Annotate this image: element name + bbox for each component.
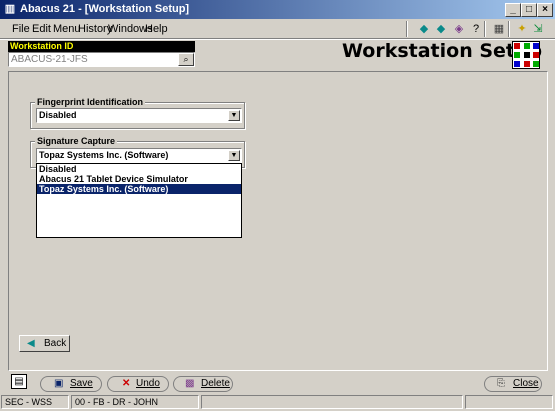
undo-label: Undo	[136, 378, 160, 389]
help-icon[interactable]: ?	[468, 21, 484, 37]
toolbar: ◆ ◆ ◈ ? ▦ ✦ ⇲	[402, 20, 550, 38]
workstation-id-label: Workstation ID	[8, 41, 195, 52]
chevron-down-icon[interactable]: ▼	[228, 110, 240, 121]
run-icon[interactable]: ✦	[514, 21, 530, 37]
close-icon: ⎘	[497, 378, 505, 389]
status-bar: SEC - WSS 00 - FB - DR - JOHN	[0, 394, 555, 411]
arrow-left-icon: ◀	[27, 338, 35, 349]
signature-label: Signature Capture	[35, 136, 118, 146]
toolbar-separator	[508, 21, 510, 37]
calculator-icon[interactable]: ▦	[491, 21, 507, 37]
minimize-button[interactable]: _	[505, 3, 521, 17]
arrow-left-icon[interactable]: ◆	[416, 21, 432, 37]
exit-icon[interactable]: ⇲	[530, 21, 546, 37]
status-message	[201, 395, 463, 409]
delete-label: Delete	[201, 378, 230, 389]
delete-button[interactable]: ▩ Delete	[173, 376, 233, 392]
back-label: Back	[44, 338, 67, 349]
signature-value: Topaz Systems Inc. (Software)	[39, 150, 169, 160]
toolbar-separator	[484, 21, 486, 37]
toolbar-separator	[406, 21, 408, 37]
workstation-id-field[interactable]: ABACUS-21-JFS	[8, 52, 195, 67]
refresh-icon[interactable]: ◈	[451, 21, 467, 37]
chevron-down-icon[interactable]: ▼	[228, 150, 240, 161]
status-security: SEC - WSS	[1, 395, 69, 409]
undo-button[interactable]: ✕ Undo	[107, 376, 169, 392]
close-button[interactable]: ⎘ Close	[484, 376, 542, 392]
back-button[interactable]: ◀ Back	[19, 335, 70, 352]
close-label: Close	[513, 378, 539, 389]
save-label: Save	[70, 378, 93, 389]
fingerprint-label: Fingerprint Identification	[35, 97, 145, 107]
dropdown-option-topaz[interactable]: Topaz Systems Inc. (Software)	[37, 184, 241, 194]
save-button[interactable]: ▣ Save	[40, 376, 102, 392]
fingerprint-select[interactable]: Disabled ▼	[36, 108, 242, 123]
dropdown-option-simulator[interactable]: Abacus 21 Tablet Device Simulator	[37, 174, 241, 184]
close-window-button[interactable]: ×	[537, 3, 553, 17]
arrow-right-icon[interactable]: ◆	[433, 21, 449, 37]
maximize-button[interactable]: □	[521, 3, 537, 17]
status-user: 00 - FB - DR - JOHN	[71, 395, 199, 409]
search-icon[interactable]: ⌕	[178, 53, 194, 66]
menu-help[interactable]: Help	[145, 23, 168, 35]
menu-menu[interactable]: Menu	[53, 23, 81, 35]
app-icon[interactable]: ▥	[3, 2, 17, 16]
signature-select[interactable]: Topaz Systems Inc. (Software) ▼	[36, 148, 242, 163]
menu-edit[interactable]: Edit	[32, 23, 51, 35]
delete-icon: ▩	[185, 378, 195, 389]
signature-dropdown-list: Disabled Abacus 21 Tablet Device Simulat…	[36, 163, 242, 238]
page-title: Workstation Setup	[342, 40, 543, 62]
save-icon: ▣	[54, 378, 64, 389]
status-extra	[465, 395, 553, 409]
window-title: Abacus 21 - [Workstation Setup]	[20, 3, 190, 15]
menu-file[interactable]: File	[12, 23, 30, 35]
title-bar: ▥ Abacus 21 - [Workstation Setup] _ □ ×	[0, 0, 555, 19]
action-bar: ▣ Save ✕ Undo ▩ Delete ⎘ Close	[0, 373, 555, 393]
undo-icon: ✕	[122, 378, 131, 389]
fingerprint-value: Disabled	[39, 110, 77, 120]
dropdown-option-disabled[interactable]: Disabled	[37, 164, 241, 174]
abacus-logo-icon	[512, 41, 540, 69]
